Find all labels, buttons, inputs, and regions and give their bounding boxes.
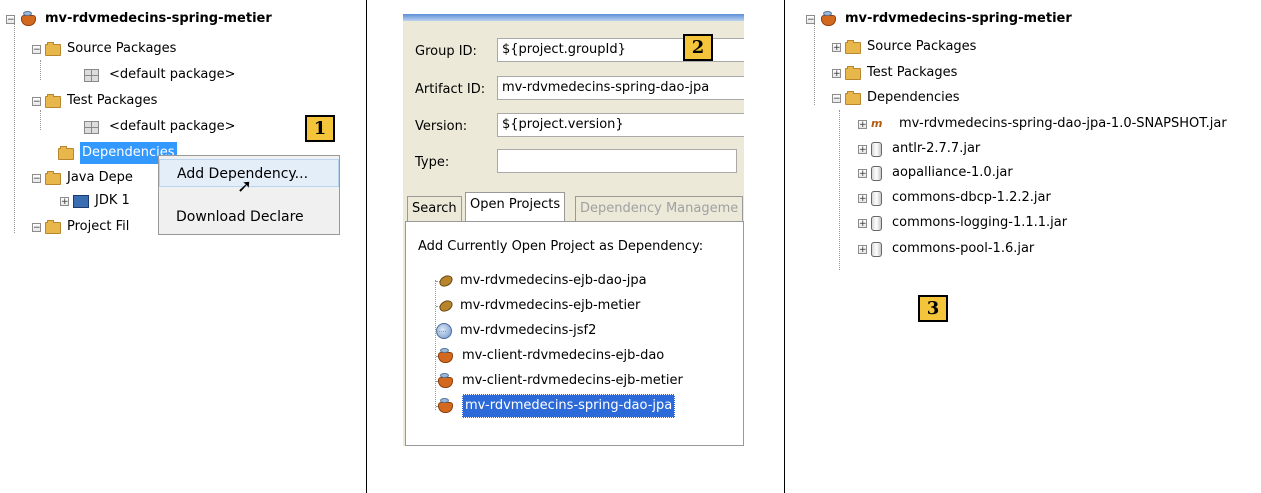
panel-project-tree-after: − mv-rdvmedecins-spring-metier + Source … — [800, 0, 1261, 300]
package-icon — [84, 68, 99, 82]
group-id-label: Group ID: — [415, 44, 477, 59]
folder-icon — [45, 171, 61, 185]
tree-item-jar[interactable]: + commons-pool-1.6.jar — [858, 238, 1034, 260]
maven-project-icon — [436, 397, 456, 414]
collapse-icon[interactable]: − — [32, 173, 41, 183]
type-label: Type: — [415, 155, 450, 170]
artifact-id-label: Artifact ID: — [415, 82, 486, 97]
tree-label: <default package> — [109, 119, 236, 134]
expand-icon[interactable]: + — [858, 144, 867, 154]
tree-root[interactable]: − mv-rdvmedecins-spring-metier — [806, 8, 1072, 30]
jar-icon — [871, 165, 882, 181]
panel-add-dependency-dialog: Group ID: ${project.groupId} 2 Artifact … — [403, 14, 744, 446]
list-item[interactable]: mv-rdvmedecins-ejb-metier — [436, 295, 640, 317]
project-name: mv-rdvmedecins-spring-metier — [845, 11, 1072, 26]
menu-item-download-declared[interactable]: Download Declare — [159, 203, 339, 231]
tree-item-jdk[interactable]: + JDK 1 — [60, 190, 130, 212]
tree-label: Project Fil — [67, 219, 130, 234]
maven-project-icon — [436, 372, 456, 389]
list-item[interactable]: mv-rdvmedecins-jsf2 — [436, 320, 596, 342]
tree-item-source-packages[interactable]: + Source Packages — [832, 36, 976, 58]
context-menu: Add Dependency... ➚ Download Declare — [158, 155, 340, 235]
tree-item-test-packages[interactable]: − Test Packages — [32, 90, 157, 112]
tab-dependency-management[interactable]: Dependency Manageme — [575, 196, 744, 221]
tree-item-test-packages[interactable]: + Test Packages — [832, 62, 957, 84]
list-item[interactable]: mv-client-rdvmedecins-ejb-metier — [436, 370, 683, 392]
folder-icon — [58, 146, 74, 160]
jdk-icon — [73, 194, 89, 208]
collapse-icon[interactable]: − — [6, 14, 15, 24]
project-name: mv-rdvmedecins-spring-metier — [45, 11, 272, 26]
tab-search[interactable]: Search — [407, 196, 462, 221]
list-item[interactable]: mv-rdvmedecins-ejb-dao-jpa — [436, 270, 647, 292]
tree-label: JDK 1 — [95, 193, 130, 208]
ejb-project-icon — [436, 274, 454, 288]
separator-1 — [366, 0, 367, 493]
version-field[interactable]: ${project.version} — [497, 113, 744, 137]
type-field[interactable] — [497, 149, 737, 173]
collapse-icon[interactable]: − — [32, 44, 41, 54]
dialog-title-strip — [403, 14, 744, 21]
tree-item-project-files[interactable]: − Project Fil — [32, 216, 129, 235]
expand-icon[interactable]: + — [858, 168, 867, 178]
tree-item-jar[interactable]: + aopalliance-1.0.jar — [858, 162, 1013, 184]
collapse-icon[interactable]: − — [832, 93, 841, 103]
tree-item-dependencies[interactable]: − Dependencies — [832, 87, 960, 109]
mouse-cursor-icon: ➚ — [237, 176, 253, 197]
tree-item-java-dependencies[interactable]: − Java Depe — [32, 167, 133, 189]
jar-icon — [871, 141, 882, 157]
folder-icon — [45, 220, 61, 234]
tree-root[interactable]: − mv-rdvmedecins-spring-metier — [6, 8, 272, 30]
expand-icon[interactable]: + — [832, 68, 841, 78]
jar-icon — [871, 190, 882, 206]
jar-icon — [871, 241, 882, 257]
tree-item-jar[interactable]: + m mv-rdvmedecins-spring-dao-jpa-1.0-SN… — [858, 113, 1227, 135]
expand-icon[interactable]: + — [858, 218, 867, 228]
folder-icon — [845, 91, 861, 105]
step-badge: 1 — [305, 115, 335, 142]
maven-project-icon — [819, 10, 839, 27]
tree-item-jar[interactable]: + antlr-2.7.7.jar — [858, 138, 980, 160]
expand-icon[interactable]: + — [858, 244, 867, 254]
folder-icon — [845, 40, 861, 54]
expand-icon[interactable]: + — [60, 196, 69, 206]
folder-icon — [845, 66, 861, 80]
tree-label: Java Depe — [67, 170, 133, 185]
tree-item-dependencies[interactable]: Dependencies — [45, 142, 177, 164]
tree-item-jar[interactable]: + commons-dbcp-1.2.2.jar — [858, 187, 1051, 209]
step-badge-3: 3 — [918, 295, 948, 322]
jar-icon — [871, 215, 882, 231]
expand-icon[interactable]: + — [832, 42, 841, 52]
tree-item-source-packages[interactable]: − Source Packages — [32, 38, 176, 60]
tree-item-default-package[interactable]: <default package> — [84, 64, 236, 86]
list-item[interactable]: mv-client-rdvmedecins-ejb-dao — [436, 345, 664, 367]
tab-open-projects[interactable]: Open Projects — [465, 192, 566, 221]
tree-item-jar[interactable]: + commons-logging-1.1.1.jar — [858, 212, 1067, 234]
version-label: Version: — [415, 119, 468, 134]
package-icon — [84, 120, 99, 134]
tree-item-default-package[interactable]: <default package> — [84, 116, 236, 138]
maven-project-icon — [19, 10, 39, 27]
tree-label: <default package> — [109, 67, 236, 82]
panel-project-tree: − mv-rdvmedecins-spring-metier − Source … — [0, 0, 340, 235]
collapse-icon[interactable]: − — [32, 222, 41, 232]
maven-project-icon — [436, 347, 456, 364]
artifact-id-field[interactable]: mv-rdvmedecins-spring-dao-jpa — [497, 76, 744, 100]
separator-2 — [784, 0, 785, 493]
list-item-selected[interactable]: mv-rdvmedecins-spring-dao-jpa — [436, 394, 676, 418]
maven-artifact-icon: m — [871, 117, 883, 130]
expand-icon[interactable]: + — [858, 193, 867, 203]
folder-icon — [45, 42, 61, 56]
list-header: Add Currently Open Project as Dependency… — [418, 239, 704, 254]
expand-icon[interactable]: + — [858, 119, 867, 129]
collapse-icon[interactable]: − — [32, 96, 41, 106]
tree-label: Source Packages — [67, 41, 177, 56]
tree-label: Test Packages — [67, 93, 158, 108]
ejb-project-icon — [436, 299, 454, 313]
folder-icon — [45, 94, 61, 108]
collapse-icon[interactable]: − — [806, 14, 815, 24]
step-badge: 2 — [683, 34, 713, 61]
open-projects-pane: Add Currently Open Project as Dependency… — [405, 221, 744, 446]
